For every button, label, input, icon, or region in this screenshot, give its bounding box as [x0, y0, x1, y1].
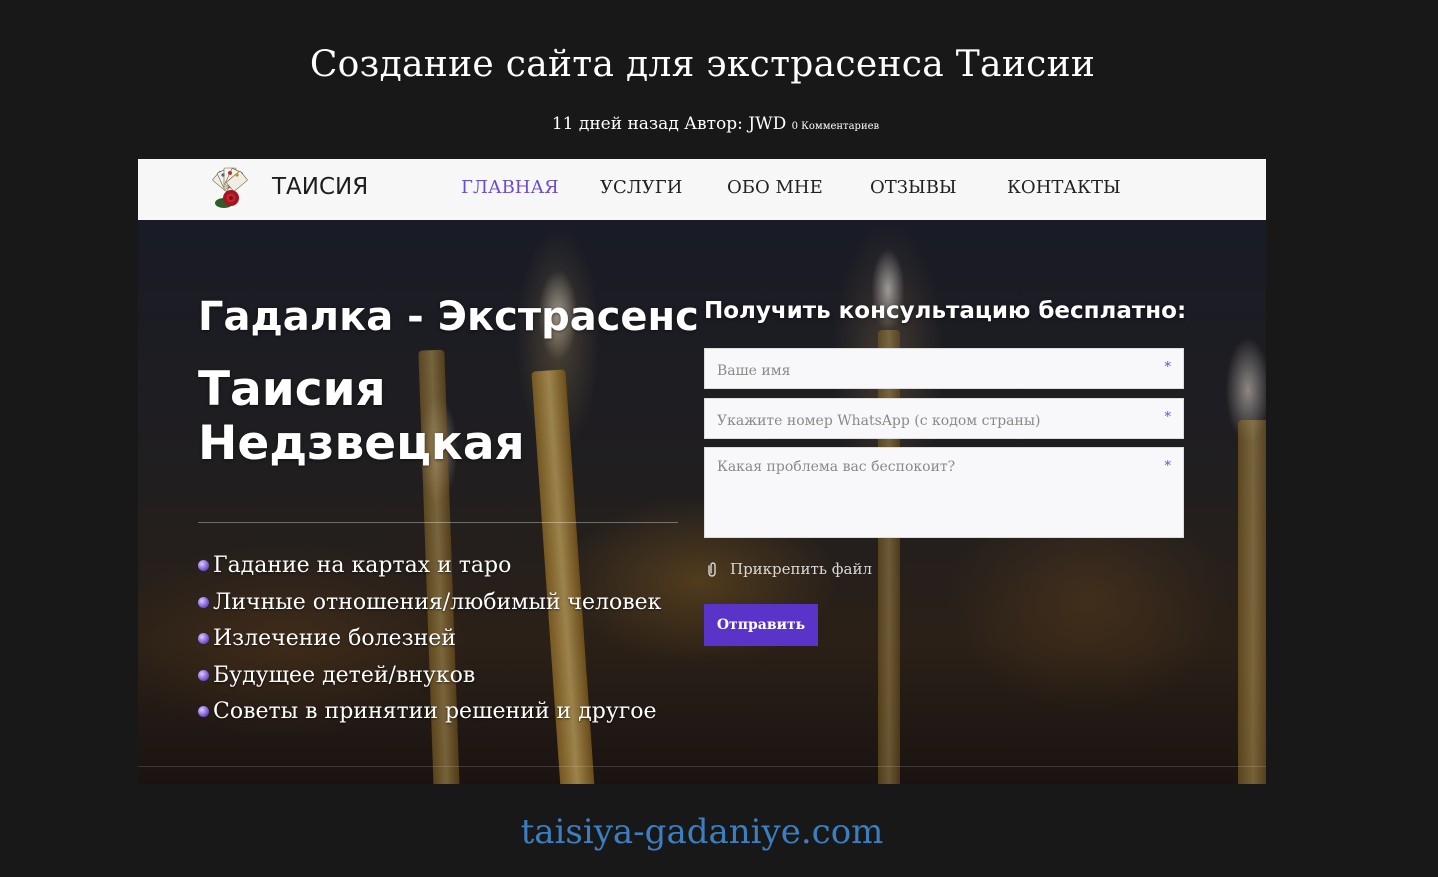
list-item: Личные отношения/любимый человек [198, 590, 661, 627]
services-list: Гадание на картах и таро Личные отношени… [198, 553, 661, 736]
hero-section: Гадалка - Экстрасенс Таисия Недзвецкая Г… [138, 220, 1266, 784]
form-title: Получить консультацию бесплатно: [704, 298, 1187, 324]
phone-field-wrapper: * [704, 398, 1184, 439]
nav-item-contacts[interactable]: КОНТАКТЫ [1007, 177, 1121, 198]
attach-file-button[interactable]: Прикрепить файл [704, 560, 872, 578]
nav-item-about[interactable]: ОБО МНЕ [727, 177, 823, 198]
problem-field-wrapper: * [704, 447, 1184, 538]
bullet-icon [198, 706, 209, 717]
required-mark: * [1164, 459, 1172, 474]
problem-textarea[interactable] [717, 459, 1147, 507]
list-item: Гадание на картах и таро [198, 553, 661, 590]
hero-name: Таисия Недзвецкая [198, 362, 525, 471]
whatsapp-input[interactable] [717, 413, 1147, 429]
required-mark: * [1164, 410, 1172, 425]
site-header: ТАИСИЯ ГЛАВНАЯ УСЛУГИ ОБО МНЕ ОТЗЫВЫ КОН… [138, 159, 1266, 220]
section-bottom-line [138, 766, 1266, 767]
nav-item-services[interactable]: УСЛУГИ [600, 177, 682, 198]
bullet-icon [198, 560, 209, 571]
bullet-icon [198, 669, 209, 681]
bullet-icon [198, 633, 209, 644]
post-meta: 11 дней назад Автор: JWD 0 Комментариев [0, 114, 1431, 134]
post-meta-author: 11 дней назад Автор: JWD [551, 114, 787, 134]
list-item: Советы в принятии решений и другое [198, 699, 661, 736]
attach-file-label: Прикрепить файл [730, 560, 872, 578]
bullet-icon [198, 596, 209, 608]
list-item: Излечение болезней [198, 626, 661, 663]
paperclip-icon [708, 562, 716, 577]
site-url[interactable]: taisiya-gadaniye.com [0, 812, 1404, 852]
name-input[interactable] [717, 363, 1147, 379]
submit-button[interactable]: Отправить [704, 604, 818, 646]
name-field-wrapper: * [704, 348, 1184, 389]
post-title: Создание сайта для экстрасенса Таисии [309, 44, 1096, 85]
list-item: Будущее детей/внуков [198, 663, 661, 700]
cards-rose-logo-icon[interactable] [204, 165, 256, 213]
website-screenshot: ТАИСИЯ ГЛАВНАЯ УСЛУГИ ОБО МНЕ ОТЗЫВЫ КОН… [138, 159, 1266, 784]
required-mark: * [1164, 360, 1172, 375]
post-comments-link[interactable]: 0 Комментариев [792, 121, 880, 132]
hero-subtitle: Гадалка - Экстрасенс [198, 294, 699, 340]
nav-item-reviews[interactable]: ОТЗЫВЫ [870, 177, 957, 198]
nav-item-home[interactable]: ГЛАВНАЯ [461, 177, 559, 198]
brand-name[interactable]: ТАИСИЯ [272, 174, 368, 200]
hero-divider [198, 522, 678, 523]
